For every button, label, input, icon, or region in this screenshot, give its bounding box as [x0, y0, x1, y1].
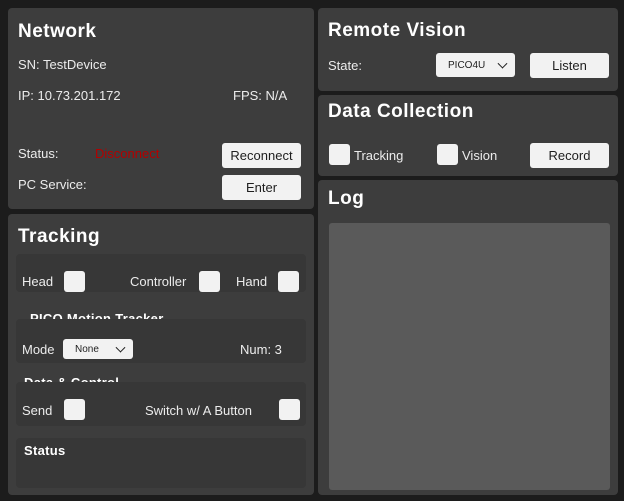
log-panel: Log — [318, 180, 618, 495]
record-button[interactable]: Record — [530, 143, 609, 168]
mode-dropdown-value: None — [75, 343, 99, 355]
send-label: Send — [22, 403, 53, 418]
motion-tracker-group: Mode None Num: 3 — [16, 319, 306, 363]
enter-button[interactable]: Enter — [222, 175, 301, 200]
data-collection-title: Data Collection — [328, 101, 474, 122]
chevron-down-icon — [115, 342, 126, 353]
state-dropdown[interactable]: PICO4U — [436, 53, 515, 77]
tracking-record-checkbox[interactable] — [329, 144, 350, 165]
log-title: Log — [328, 188, 365, 209]
state-dropdown-value: PICO4U — [448, 59, 486, 71]
tracking-title: Tracking — [18, 226, 101, 247]
head-checkbox[interactable] — [64, 271, 85, 292]
data-collection-panel: Data Collection Tracking Vision Record — [318, 95, 618, 176]
serial-number: SN: TestDevice — [18, 57, 107, 72]
status-label: Status: — [18, 146, 59, 161]
controller-label: Controller — [130, 274, 187, 289]
listen-button[interactable]: Listen — [530, 53, 609, 78]
remote-vision-panel: Remote Vision State: PICO4U Listen — [318, 8, 618, 91]
mode-dropdown[interactable]: None — [63, 339, 133, 359]
switch-a-button-label: Switch w/ A Button — [145, 403, 252, 418]
tracking-status-title: Status — [24, 443, 66, 458]
data-control-group: Send Switch w/ A Button — [16, 382, 306, 426]
chevron-down-icon — [497, 58, 508, 69]
ip-address: IP: 10.73.201.172 — [18, 88, 121, 103]
controller-checkbox[interactable] — [199, 271, 220, 292]
connection-status: Disconnect — [95, 146, 160, 161]
remote-vision-title: Remote Vision — [328, 20, 467, 41]
switch-a-button-checkbox[interactable] — [279, 399, 300, 420]
hand-checkbox[interactable] — [278, 271, 299, 292]
state-label: State: — [328, 58, 362, 73]
vision-record-label: Vision — [462, 148, 498, 163]
tracking-status-group: Status — [16, 438, 306, 488]
head-label: Head — [22, 274, 54, 289]
fps-readout: FPS: N/A — [233, 88, 288, 103]
reconnect-button[interactable]: Reconnect — [222, 143, 301, 168]
hand-label: Hand — [236, 274, 268, 289]
tracker-count: Num: 3 — [240, 342, 282, 357]
vision-record-checkbox[interactable] — [437, 144, 458, 165]
mode-label: Mode — [22, 342, 55, 357]
network-title: Network — [18, 21, 97, 42]
log-output-area[interactable] — [329, 223, 610, 490]
device-toggles-group: Head Controller Hand — [16, 254, 306, 292]
network-panel: Network SN: TestDevice IP: 10.73.201.172… — [8, 8, 314, 209]
send-checkbox[interactable] — [64, 399, 85, 420]
tracking-panel: Tracking Head Controller Hand PICO Motio… — [8, 214, 314, 495]
tracking-record-label: Tracking — [354, 148, 404, 163]
pc-service-label: PC Service: — [18, 177, 87, 192]
